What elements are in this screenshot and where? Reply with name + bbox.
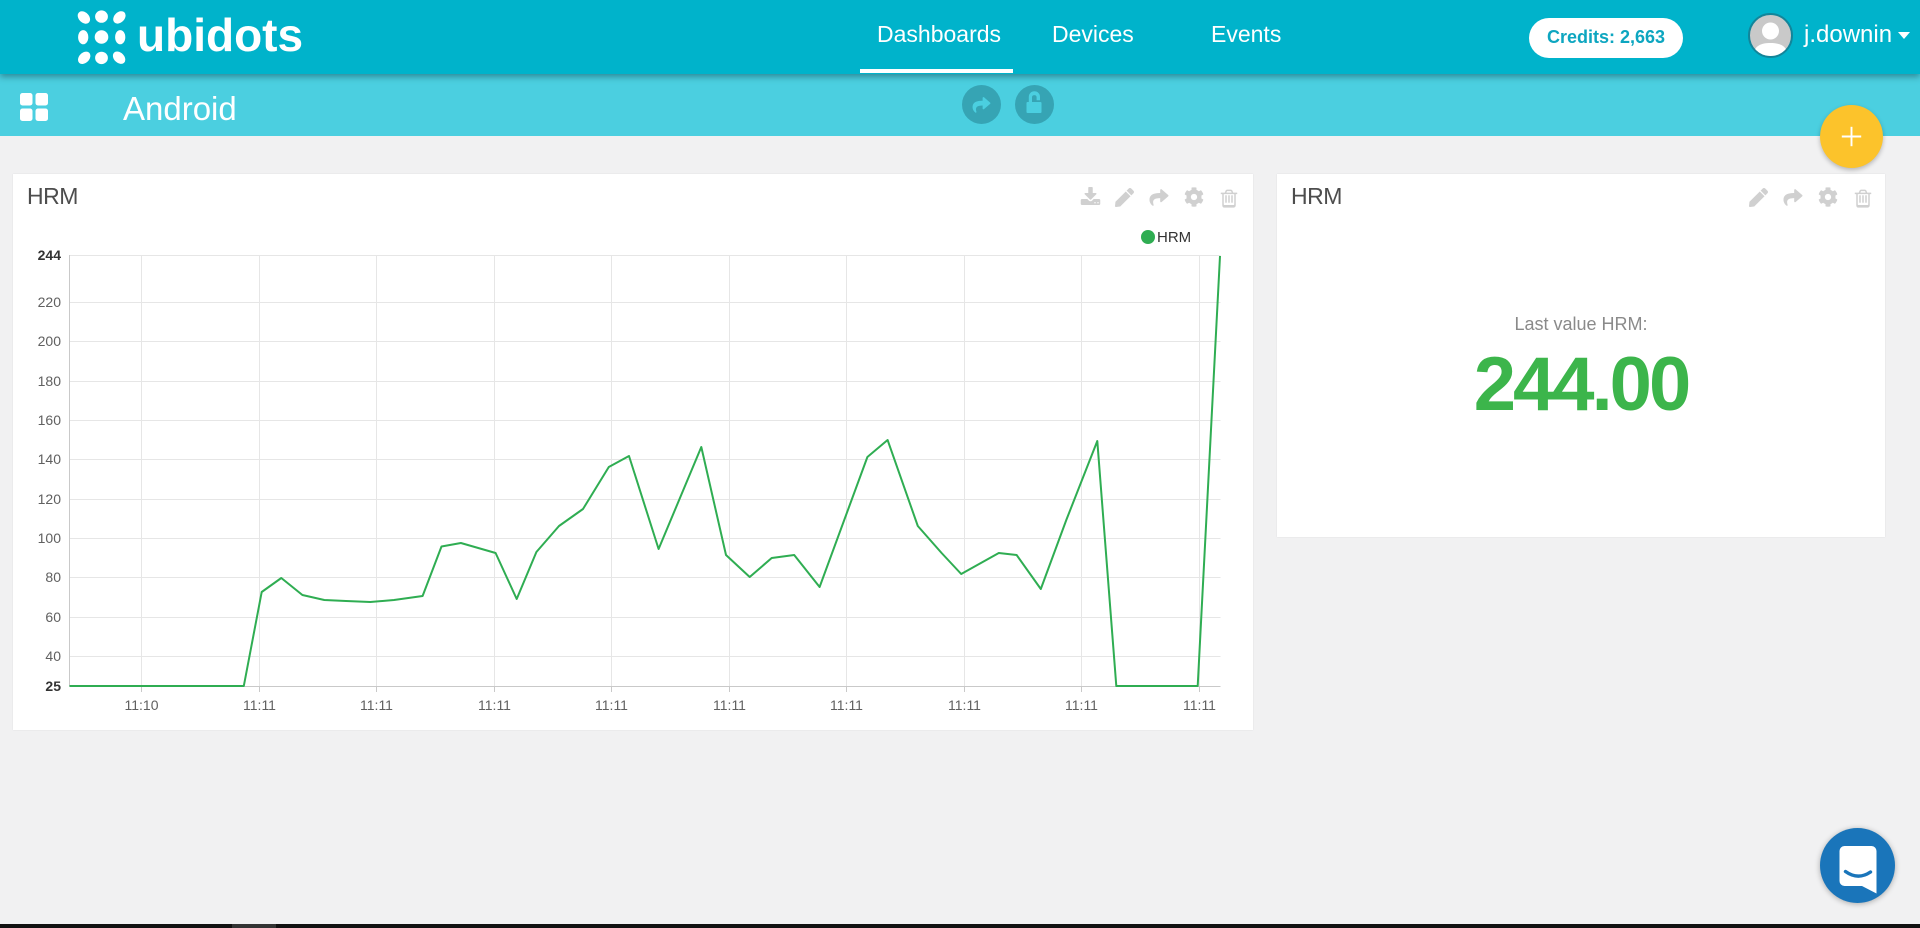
svg-text:25: 25 (45, 678, 61, 694)
svg-text:140: 140 (38, 451, 62, 467)
svg-text:80: 80 (45, 569, 61, 585)
svg-text:200: 200 (38, 333, 62, 349)
svg-text:11:11: 11:11 (595, 697, 628, 713)
svg-text:11:11: 11:11 (243, 697, 276, 713)
svg-text:11:11: 11:11 (1183, 697, 1216, 713)
svg-text:11:11: 11:11 (360, 697, 393, 713)
svg-text:11:10: 11:10 (125, 697, 159, 713)
svg-text:100: 100 (38, 530, 62, 546)
svg-text:11:11: 11:11 (713, 697, 746, 713)
svg-text:60: 60 (45, 609, 61, 625)
svg-text:244: 244 (38, 247, 62, 263)
svg-text:11:11: 11:11 (830, 697, 863, 713)
svg-text:11:11: 11:11 (948, 697, 981, 713)
svg-text:160: 160 (38, 412, 62, 428)
svg-text:220: 220 (38, 294, 62, 310)
svg-text:HRM: HRM (1157, 229, 1191, 246)
svg-text:11:11: 11:11 (478, 697, 511, 713)
svg-text:180: 180 (38, 373, 62, 389)
svg-text:120: 120 (38, 491, 62, 507)
svg-text:11:11: 11:11 (1065, 697, 1098, 713)
svg-text:40: 40 (45, 648, 61, 664)
